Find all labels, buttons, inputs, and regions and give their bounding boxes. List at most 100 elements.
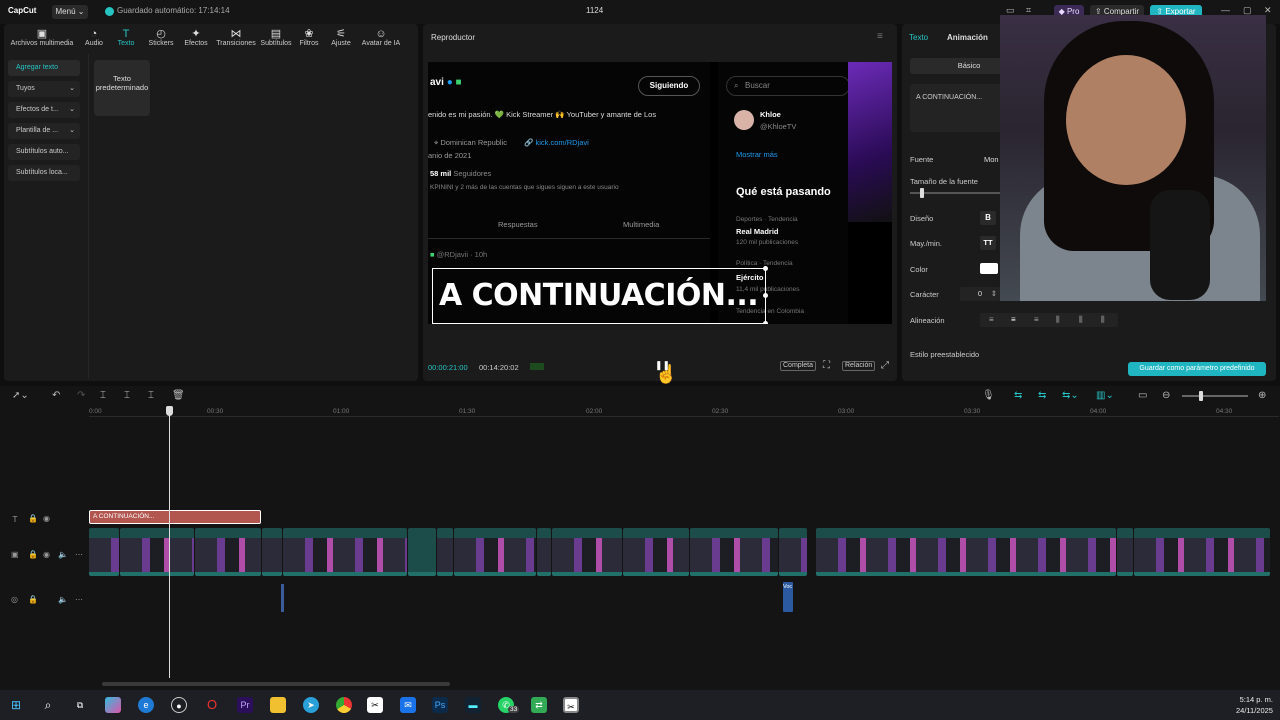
- text-clip[interactable]: A CONTINUACIÓN...: [89, 510, 261, 524]
- video-clip[interactable]: 202: [437, 528, 453, 576]
- capcut-active-icon[interactable]: ✂: [563, 697, 579, 713]
- sidebar-item-add-text[interactable]: Agregar texto: [8, 60, 80, 76]
- more-icon[interactable]: ⋯: [75, 595, 83, 604]
- volume-icon[interactable]: 🔈: [58, 550, 68, 559]
- playhead[interactable]: [169, 408, 170, 678]
- mail-icon[interactable]: ✉: [400, 697, 416, 713]
- default-text-card[interactable]: Texto predeterminado: [94, 60, 150, 116]
- zoom-out-icon[interactable]: ⊖: [1162, 390, 1170, 401]
- undo-icon[interactable]: ↶: [52, 390, 60, 401]
- align-left-icon[interactable]: ≡: [989, 315, 994, 324]
- ratio-button[interactable]: Relación: [842, 361, 876, 371]
- hamburger-icon[interactable]: ≡: [877, 31, 883, 42]
- video-clip[interactable]: 2025-11-24 16-17-42: [195, 528, 261, 576]
- char-spacing-input[interactable]: 0 ⇕: [960, 287, 1000, 301]
- playhead-handle[interactable]: [166, 406, 173, 416]
- tool-subtitles[interactable]: ▤ Subtítulos: [256, 28, 296, 47]
- align-top-icon[interactable]: ⫼: [1056, 315, 1060, 325]
- stepper-icon[interactable]: ⇕: [991, 287, 997, 301]
- more-icon[interactable]: ⋯: [75, 550, 83, 559]
- zoom-slider-handle[interactable]: [1199, 391, 1203, 401]
- premiere-icon[interactable]: Pr: [237, 697, 253, 713]
- volume-icon[interactable]: 🔈: [58, 595, 68, 604]
- fullview-button[interactable]: Completa: [780, 361, 816, 371]
- redo-icon[interactable]: ↷: [77, 390, 85, 401]
- lock-icon[interactable]: 🔒: [28, 595, 38, 604]
- telegram-icon[interactable]: ➤: [303, 697, 319, 713]
- obs-icon[interactable]: ●: [171, 697, 187, 713]
- align-bottom-icon[interactable]: ⫼: [1101, 315, 1105, 325]
- video-clip[interactable]: 2025-11-24 16-17-42.mkv 00:00:30:02: [283, 528, 407, 576]
- tool-media[interactable]: ▣ Archivos multimedia: [6, 28, 78, 47]
- video-clip[interactable]: 2025-11-24: [89, 528, 119, 576]
- fullscreen-icon[interactable]: ⤢: [881, 360, 889, 371]
- video-clip[interactable]: 2025-11-24 16-17-42.mkv: [454, 528, 536, 576]
- tool-text[interactable]: T Texto: [112, 28, 140, 47]
- align-middle-icon[interactable]: ⫼: [1079, 315, 1083, 325]
- tab-animation[interactable]: Animación: [947, 33, 988, 42]
- save-preset-button[interactable]: Guardar como parámetro predefinido: [1128, 362, 1266, 376]
- video-clip[interactable]: 2025-11-24 16-17-42: [623, 528, 689, 576]
- video-clip[interactable]: 2025-11-24 16-17-42.mkv: [1134, 528, 1270, 576]
- project-name[interactable]: 1124: [586, 6, 603, 15]
- video-clip[interactable]: 2025-11-24 16-17-42.m: [120, 528, 194, 576]
- lock-icon[interactable]: 🔒: [28, 514, 38, 523]
- zoom-in-icon[interactable]: ⊕: [1258, 390, 1266, 401]
- video-clip[interactable]: 2025-11-24 16-17-42.mkv 00:00:34:21: [816, 528, 1116, 576]
- sidebar-item-local-subtitles[interactable]: Subtítulos loca...: [8, 165, 80, 181]
- horizontal-scrollbar[interactable]: [102, 682, 450, 686]
- app-icon[interactable]: ⇄: [531, 697, 547, 713]
- video-clip[interactable]: 2025-11-24 16-17-42.m: [552, 528, 622, 576]
- resize-handle[interactable]: [763, 293, 768, 298]
- tool-audio[interactable]: ◔ Audio: [80, 28, 108, 47]
- trim-left-icon[interactable]: ⌶: [124, 390, 130, 401]
- edge-icon[interactable]: e: [138, 697, 154, 713]
- align-right-icon[interactable]: ≡: [1034, 315, 1039, 324]
- tool-ai-avatar[interactable]: ☺ Avatar de IA: [358, 28, 404, 47]
- photoshop-icon[interactable]: Ps: [432, 697, 448, 713]
- sidebar-item-yours[interactable]: Tuyos ⌄: [8, 81, 80, 97]
- eye-icon[interactable]: ◉: [43, 550, 50, 559]
- zoom-slider[interactable]: [1182, 395, 1248, 397]
- audio-clip[interactable]: [281, 584, 284, 612]
- video-preview[interactable]: avi ● ■ Siguiendo enido es mi pasión. 💚 …: [428, 62, 892, 324]
- link-icon[interactable]: ⇆: [1014, 390, 1022, 401]
- video-clip[interactable]: 00: [537, 528, 551, 576]
- text-overlay[interactable]: A CONTINUACIÓN...: [432, 268, 766, 324]
- video-clip[interactable]: 20: [1117, 528, 1133, 576]
- video-clip[interactable]: 2025-11-24 16-17-42.mkv: [690, 528, 778, 576]
- video-clip[interactable]: [408, 528, 436, 576]
- preview-axis-icon[interactable]: ▥⌄: [1096, 390, 1114, 401]
- capcut-taskbar-icon[interactable]: ✂: [367, 697, 383, 713]
- tool-transitions[interactable]: ⋈ Transiciones: [210, 28, 262, 47]
- size-slider-handle[interactable]: [920, 188, 924, 198]
- lock-icon[interactable]: 🔒: [28, 550, 38, 559]
- video-clip[interactable]: 20: [779, 528, 807, 576]
- crop-icon[interactable]: ⛶: [823, 360, 830, 371]
- resize-handle[interactable]: [763, 321, 768, 324]
- mic-icon[interactable]: 🎙: [982, 390, 995, 401]
- search-icon[interactable]: ⌕: [40, 697, 56, 713]
- snap-icon[interactable]: ⇆⌄: [1062, 390, 1079, 401]
- resize-handle[interactable]: [763, 266, 768, 271]
- select-icon[interactable]: ➚⌄: [12, 390, 29, 401]
- delete-icon[interactable]: 🗑: [172, 390, 185, 401]
- tab-text[interactable]: Texto: [909, 33, 928, 42]
- video-clip[interactable]: INTR: [262, 528, 282, 576]
- voice-clip[interactable]: Voc: [783, 582, 793, 612]
- sidebar-item-auto-subtitles[interactable]: Subtítulos auto...: [8, 144, 80, 160]
- font-select[interactable]: Mon: [984, 155, 999, 164]
- sidebar-item-templates[interactable]: Plantilla de ... ⌄: [8, 123, 80, 139]
- align-center-icon[interactable]: ≡: [1011, 315, 1016, 324]
- case-button[interactable]: TT: [980, 236, 996, 250]
- sidebar-item-text-effects[interactable]: Efectos de t... ⌄: [8, 102, 80, 118]
- task-view-icon[interactable]: ⧉: [72, 697, 88, 713]
- eye-icon[interactable]: ◉: [43, 514, 50, 523]
- color-swatch[interactable]: [980, 263, 998, 274]
- chrome-icon[interactable]: [336, 697, 352, 713]
- tool-stickers[interactable]: ◴ Stickers: [142, 28, 180, 47]
- magnet-icon[interactable]: ⇆: [1038, 390, 1046, 401]
- menu-button[interactable]: Menú ⌄: [52, 5, 88, 19]
- file-explorer-icon[interactable]: [270, 697, 286, 713]
- bold-button[interactable]: B: [980, 211, 996, 225]
